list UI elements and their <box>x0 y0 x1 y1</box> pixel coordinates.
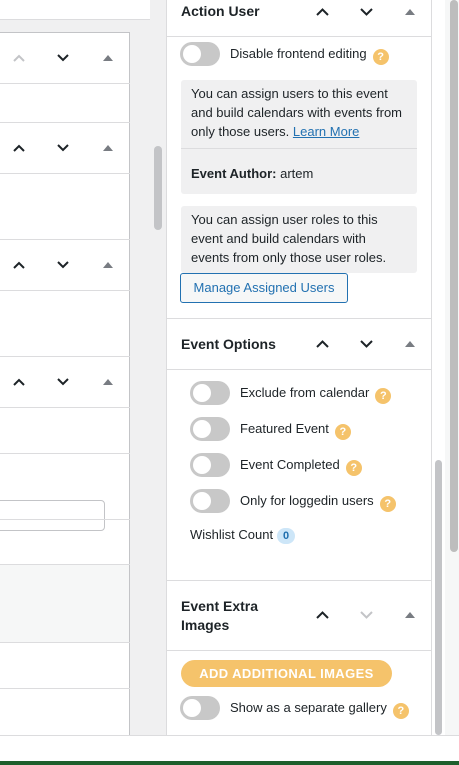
event-author-value: artem <box>280 166 314 181</box>
sidebar-scrollbar-thumb[interactable] <box>435 460 442 735</box>
exclude-from-calendar-toggle[interactable] <box>190 381 230 405</box>
chevron-down-icon[interactable] <box>52 33 74 83</box>
learn-more-link[interactable]: Learn More <box>293 124 359 139</box>
chevron-down-icon[interactable] <box>52 357 74 407</box>
collapse-triangle-icon[interactable] <box>97 357 119 407</box>
separate-gallery-label: Show as a separate gallery? <box>230 699 409 719</box>
manage-assigned-users-button[interactable]: Manage Assigned Users <box>180 273 348 303</box>
exclude-from-calendar-label: Exclude from calendar? <box>240 384 392 404</box>
chevron-up-icon[interactable] <box>8 33 30 83</box>
left-box-header-2 <box>0 123 130 173</box>
event-author-row: Event Author: artem <box>181 148 417 183</box>
help-icon[interactable]: ? <box>334 424 351 440</box>
featured-event-toggle[interactable] <box>190 417 230 441</box>
collapse-triangle-icon[interactable] <box>398 0 422 24</box>
chevron-down-icon[interactable] <box>52 240 74 290</box>
extra-images-title: Event Extra Images <box>181 598 259 633</box>
separate-gallery-toggle[interactable] <box>180 696 220 720</box>
disable-frontend-editing-toggle[interactable] <box>180 42 220 66</box>
bottom-strip <box>0 735 459 761</box>
action-user-title: Action User <box>181 3 260 19</box>
help-icon[interactable]: ? <box>372 49 389 65</box>
loggedin-only-toggle[interactable] <box>190 489 230 513</box>
chevron-down-icon[interactable] <box>354 603 378 627</box>
event-options-title: Event Options <box>181 336 276 352</box>
assign-roles-info: You can assign user roles to this event … <box>181 206 417 273</box>
chevron-up-icon[interactable] <box>8 240 30 290</box>
action-user-header: Action User <box>167 0 431 37</box>
collapse-triangle-icon[interactable] <box>398 603 422 627</box>
collapse-triangle-icon[interactable] <box>97 123 119 173</box>
collapse-triangle-icon[interactable] <box>97 33 119 83</box>
left-grey-area <box>0 565 129 643</box>
disable-frontend-editing-label: Disable frontend editing? <box>230 45 389 65</box>
help-icon[interactable]: ? <box>379 496 396 512</box>
event-options-header: Event Options <box>167 319 431 370</box>
chevron-up-icon[interactable] <box>310 603 334 627</box>
collapse-triangle-icon[interactable] <box>97 240 119 290</box>
chevron-down-icon[interactable] <box>354 0 378 24</box>
chevron-up-icon[interactable] <box>310 332 334 356</box>
help-icon[interactable]: ? <box>392 703 409 719</box>
event-completed-toggle[interactable] <box>190 453 230 477</box>
chevron-up-icon[interactable] <box>8 123 30 173</box>
wishlist-count-row: Wishlist Count 0 <box>190 526 296 544</box>
wishlist-count-badge: 0 <box>277 528 296 544</box>
left-box-header-1 <box>0 33 130 83</box>
chevron-up-icon[interactable] <box>8 357 30 407</box>
help-icon[interactable]: ? <box>345 460 362 476</box>
left-top-bar <box>0 0 150 20</box>
bottom-edge-bar <box>0 761 459 765</box>
left-box-header-4 <box>0 357 130 407</box>
assign-users-info: You can assign users to this event and b… <box>181 80 417 194</box>
left-column <box>0 0 150 735</box>
left-scrollbar-thumb[interactable] <box>154 146 162 230</box>
help-icon[interactable]: ? <box>375 388 392 404</box>
event-author-label: Event Author: <box>191 166 277 181</box>
window-scrollbar-thumb[interactable] <box>450 0 458 552</box>
add-additional-images-button[interactable]: ADD ADDITIONAL IMAGES <box>181 660 392 687</box>
event-completed-label: Event Completed? <box>240 456 362 476</box>
right-sidebar: Action User Disable frontend editing? Yo… <box>166 0 432 735</box>
left-text-input[interactable] <box>0 500 105 531</box>
featured-event-label: Featured Event? <box>240 420 351 440</box>
chevron-up-icon[interactable] <box>310 0 334 24</box>
left-meta-panel <box>0 32 130 735</box>
chevron-down-icon[interactable] <box>354 332 378 356</box>
chevron-down-icon[interactable] <box>52 123 74 173</box>
extra-images-header: Event Extra Images <box>167 581 431 651</box>
assign-roles-text: You can assign user roles to this event … <box>191 212 387 265</box>
loggedin-only-label: Only for loggedin users? <box>240 492 396 512</box>
left-box-header-3 <box>0 240 130 290</box>
collapse-triangle-icon[interactable] <box>398 332 422 356</box>
wishlist-count-label: Wishlist Count <box>190 527 274 542</box>
left-scrollbar[interactable] <box>150 0 166 735</box>
